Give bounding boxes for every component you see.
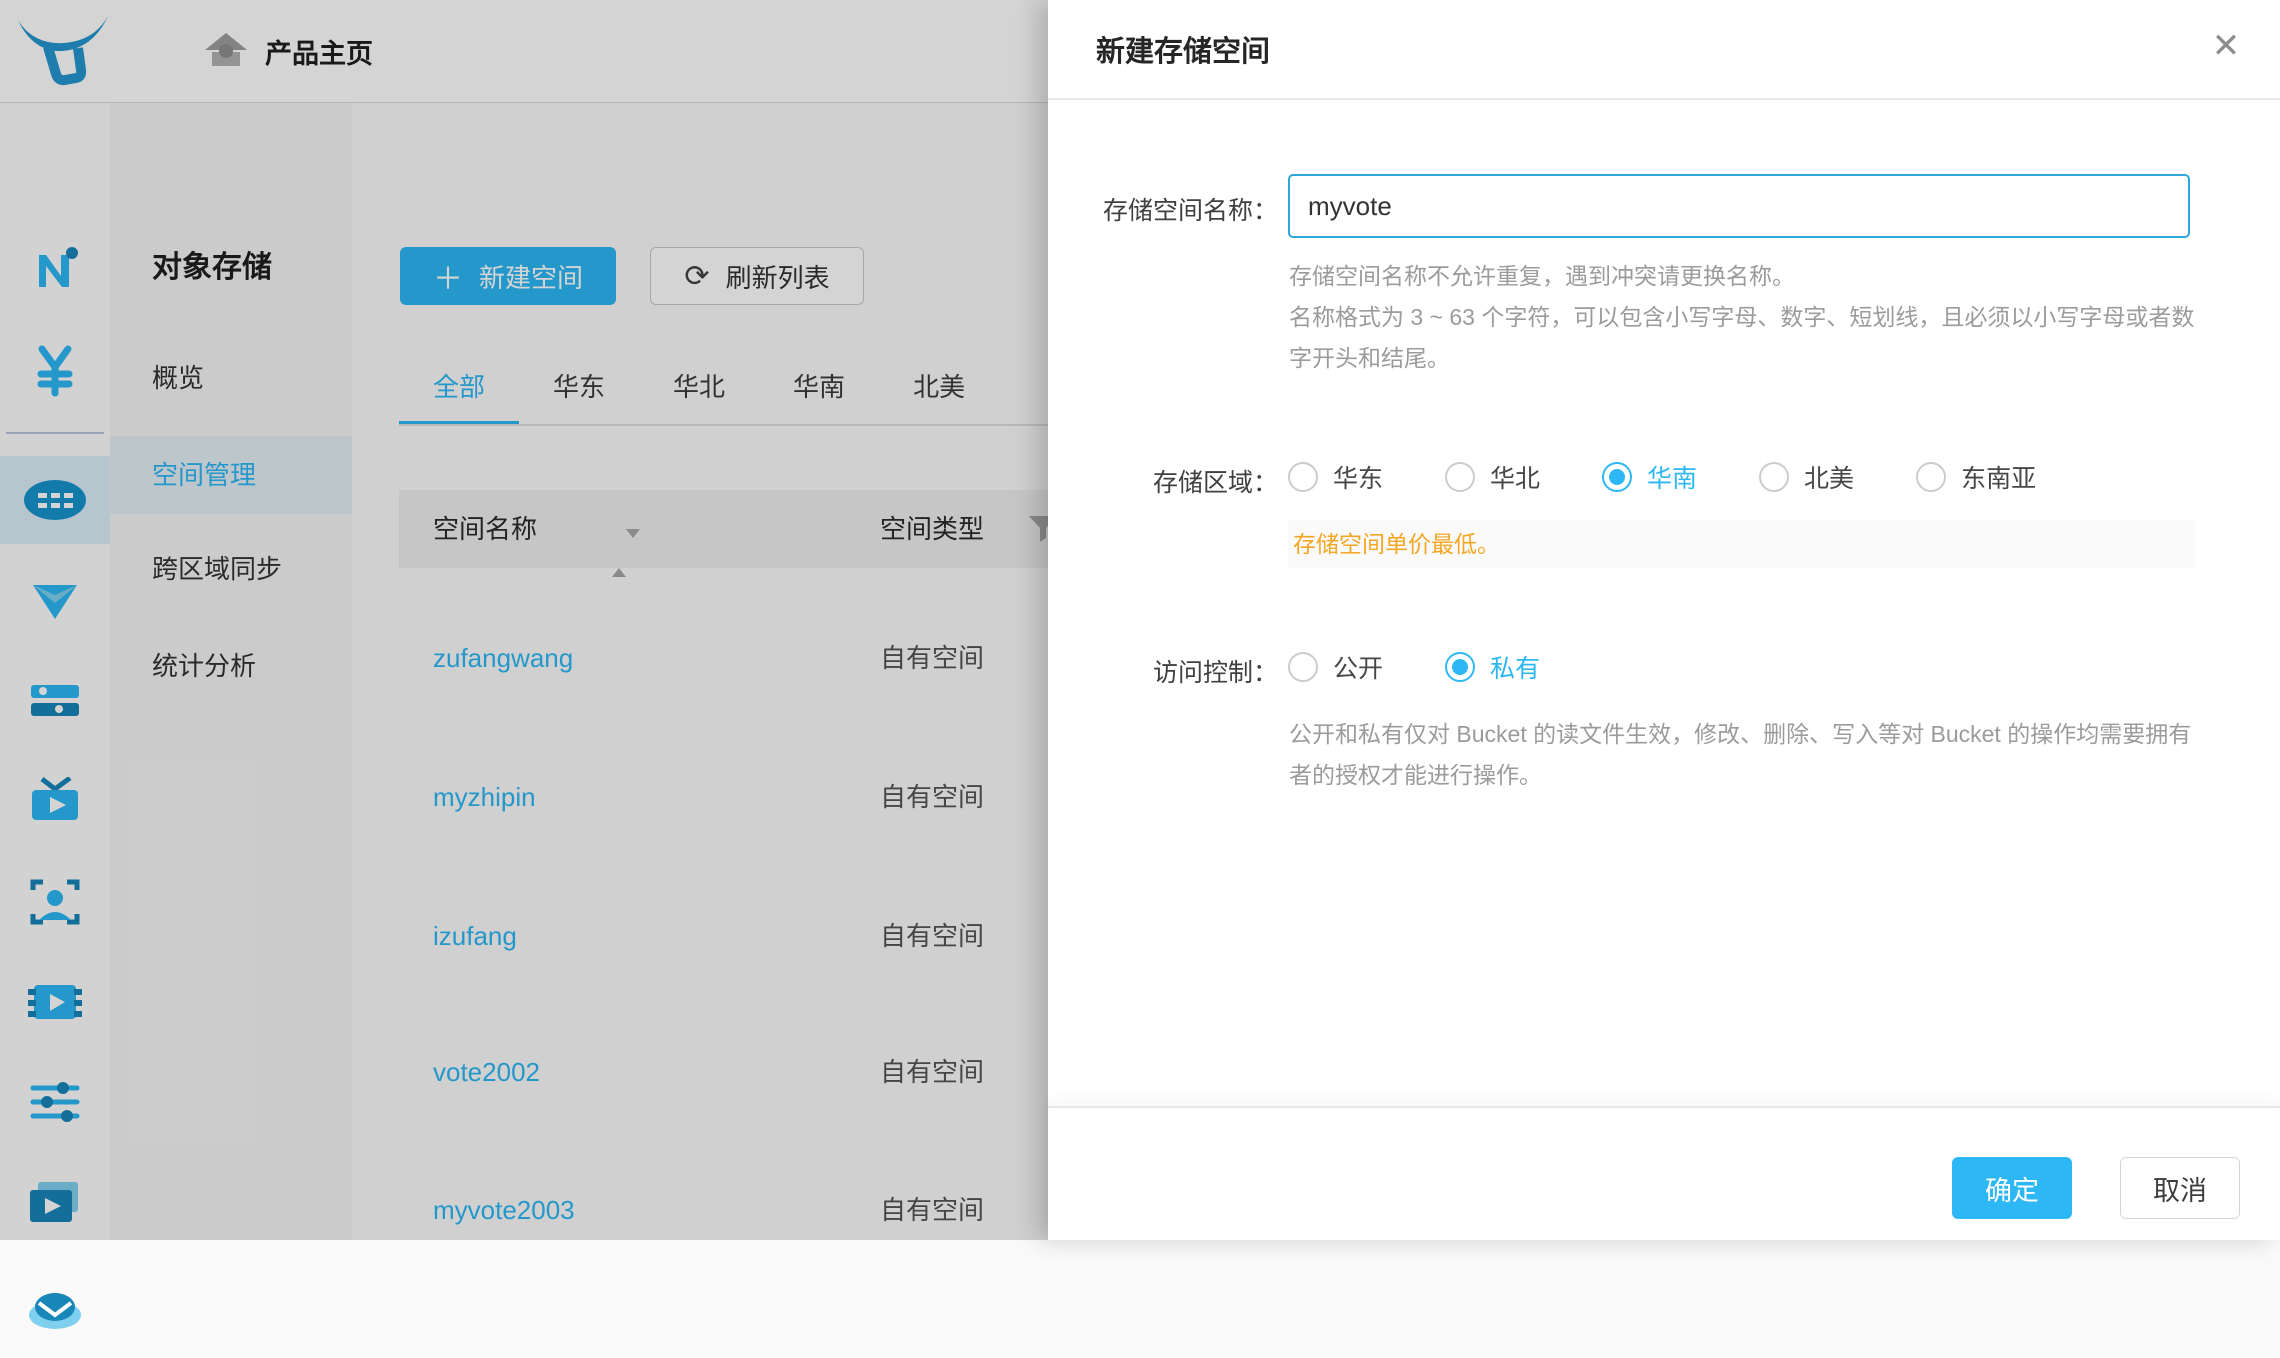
close-icon[interactable]: ✕ — [2202, 22, 2250, 70]
bucket-name-label: 存储空间名称： — [1096, 191, 1278, 227]
radio-north-china[interactable] — [1445, 462, 1475, 492]
radio-east-china[interactable] — [1288, 462, 1318, 492]
bucket-name-input[interactable] — [1288, 174, 2190, 238]
bucket-name-help: 存储空间名称不允许重复，遇到冲突请更换名称。 名称格式为 3 ~ 63 个字符，… — [1289, 256, 2201, 379]
radio-east-china-label[interactable]: 华东 — [1333, 459, 1383, 495]
confirm-button[interactable]: 确定 — [1952, 1157, 2072, 1219]
radio-south-china[interactable] — [1602, 462, 1632, 492]
region-price-note: 存储空间单价最低。 — [1288, 520, 2196, 568]
radio-private[interactable] — [1445, 652, 1475, 682]
drawer-footer: 确定 取消 — [1048, 1106, 2280, 1240]
radio-north-america[interactable] — [1759, 462, 1789, 492]
access-radio-group: 公开 私有 — [1288, 650, 1602, 684]
region-radio-group: 华东 华北 华南 北美 东南亚 — [1288, 460, 2098, 494]
drawer-header: 新建存储空间 ✕ — [1048, 0, 2280, 100]
radio-southeast-asia[interactable] — [1916, 462, 1946, 492]
radio-public[interactable] — [1288, 652, 1318, 682]
radio-north-america-label[interactable]: 北美 — [1804, 459, 1854, 495]
create-bucket-drawer: 新建存储空间 ✕ 存储空间名称： 存储空间名称不允许重复，遇到冲突请更换名称。 … — [1048, 0, 2280, 1240]
cloud-mail-icon[interactable] — [0, 1258, 110, 1358]
drawer-title: 新建存储空间 — [1096, 28, 1270, 70]
bucket-name-help-line2: 名称格式为 3 ~ 63 个字符，可以包含小写字母、数字、短划线，且必须以小写字… — [1289, 297, 2201, 379]
radio-private-label[interactable]: 私有 — [1490, 649, 1540, 685]
region-label: 存储区域： — [1096, 463, 1278, 499]
radio-north-china-label[interactable]: 华北 — [1490, 459, 1540, 495]
access-help: 公开和私有仅对 Bucket 的读文件生效，修改、删除、写入等对 Bucket … — [1289, 714, 2205, 796]
cancel-button[interactable]: 取消 — [2120, 1157, 2240, 1219]
radio-southeast-asia-label[interactable]: 东南亚 — [1961, 459, 2036, 495]
access-label: 访问控制： — [1096, 653, 1278, 689]
radio-south-china-label[interactable]: 华南 — [1647, 459, 1697, 495]
bucket-name-help-line1: 存储空间名称不允许重复，遇到冲突请更换名称。 — [1289, 256, 2201, 297]
radio-public-label[interactable]: 公开 — [1333, 649, 1383, 685]
